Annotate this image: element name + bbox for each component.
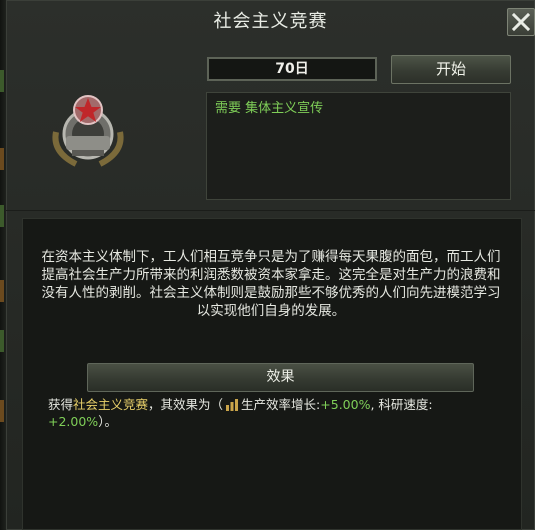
production-efficiency-icon [225, 398, 239, 411]
effect-middle: ，其效果为（ [148, 397, 224, 412]
modifier-name: 社会主义竞赛 [73, 397, 149, 412]
edge-marker [0, 400, 4, 422]
effect-suffix: ）。 [98, 414, 117, 429]
requirements-box: 需要 集体主义宣传 [206, 92, 511, 200]
effect-header: 效果 [87, 363, 474, 392]
window-title: 社会主义竞赛 [213, 11, 328, 32]
close-button[interactable] [507, 8, 535, 36]
stat-research-value: +2.00% [48, 414, 99, 429]
effect-prefix: 获得 [48, 397, 74, 412]
duration-field: 70日 [207, 57, 377, 81]
stat-research-label: , 科研速度: [370, 397, 433, 412]
description-text: 在资本主义体制下，工人们相互竞争只是为了赚得每天果腹的面包，而工人们提高社会生产… [41, 249, 501, 319]
close-icon [511, 12, 531, 32]
divider [6, 210, 535, 211]
effect-description: 获得社会主义竞赛，其效果为（ 生产效率增长:+5.00%, 科研速度: +2.00… [48, 396, 488, 430]
red-star-gear-laurel-emblem-icon [42, 92, 134, 170]
edge-marker [0, 280, 4, 302]
stat-production-value: +5.00% [320, 397, 371, 412]
start-button[interactable]: 开始 [391, 55, 511, 84]
edge-marker [0, 205, 4, 227]
edge-marker [0, 148, 4, 170]
edge-marker [0, 70, 4, 92]
edge-marker [0, 330, 4, 352]
stat-production-label: 生产效率增长: [241, 397, 321, 412]
requirements-label: 需要 [215, 101, 242, 116]
requirement-item: 集体主义宣传 [245, 101, 324, 116]
